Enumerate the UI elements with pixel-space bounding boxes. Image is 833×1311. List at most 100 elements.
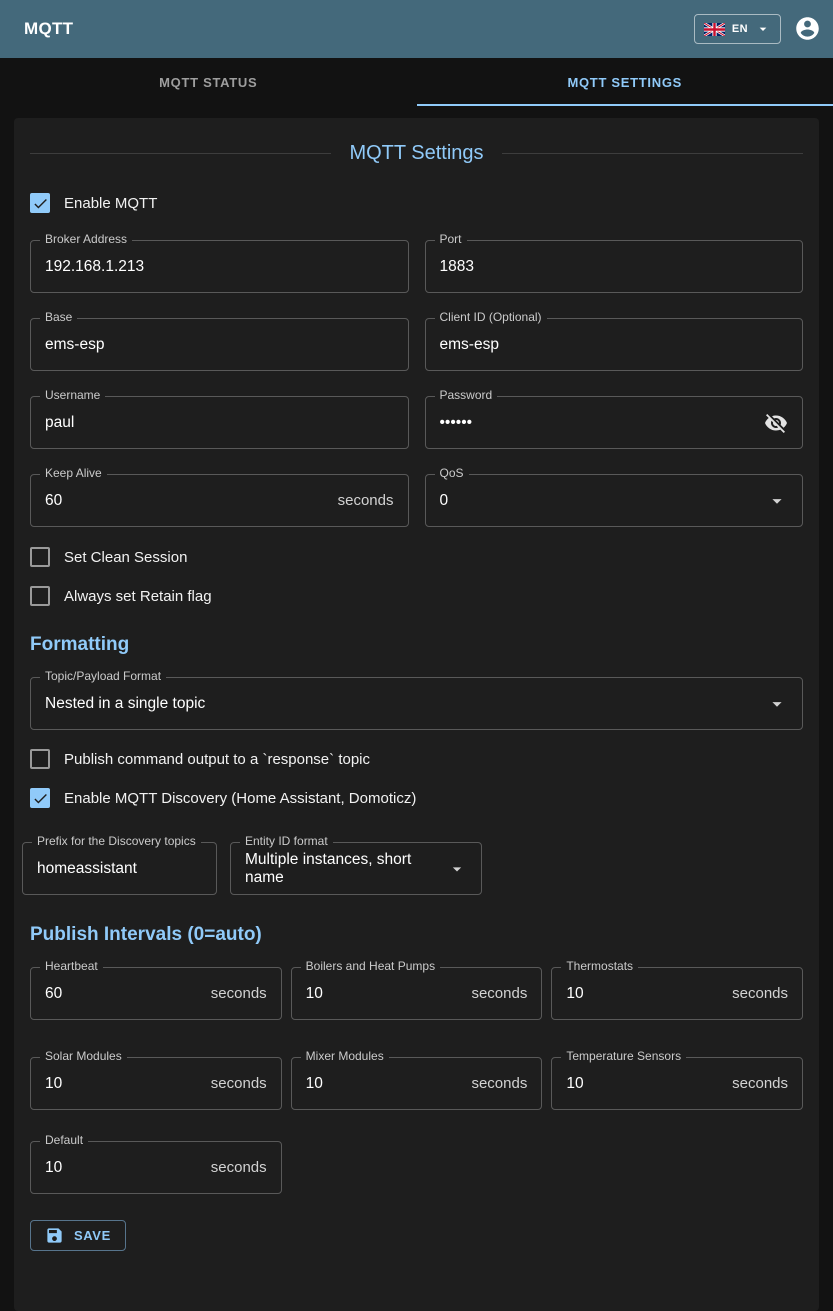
enable-mqtt-row: Enable MQTT: [30, 193, 803, 213]
temperature-value: 10: [566, 1075, 732, 1093]
default-unit: seconds: [211, 1159, 267, 1176]
qos-value: 0: [440, 492, 761, 510]
settings-title-row: MQTT Settings: [30, 142, 803, 165]
topic-format-select[interactable]: Topic/Payload Format Nested in a single …: [30, 677, 803, 730]
port-value: 1883: [440, 258, 789, 276]
port-label: Port: [435, 232, 467, 246]
dropdown-arrow-icon: [766, 693, 788, 715]
boilers-interval-field[interactable]: Boilers and Heat Pumps 10 seconds: [291, 967, 543, 1020]
broker-address-value: 192.168.1.213: [45, 258, 394, 276]
language-selector[interactable]: EN: [694, 14, 781, 44]
heartbeat-interval-field[interactable]: Heartbeat 60 seconds: [30, 967, 282, 1020]
temperature-label: Temperature Sensors: [561, 1049, 686, 1063]
solar-unit: seconds: [211, 1075, 267, 1092]
page-title: MQTT: [24, 19, 694, 39]
username-field[interactable]: Username paul: [30, 396, 409, 449]
check-icon: [32, 195, 49, 212]
username-value: paul: [45, 414, 394, 432]
solar-interval-field[interactable]: Solar Modules 10 seconds: [30, 1057, 282, 1110]
broker-address-label: Broker Address: [40, 232, 132, 246]
tab-mqtt-status[interactable]: MQTT STATUS: [0, 58, 417, 106]
default-label: Default: [40, 1133, 88, 1147]
tab-bar: MQTT STATUS MQTT SETTINGS: [0, 58, 833, 106]
default-interval-field[interactable]: Default 10 seconds: [30, 1141, 282, 1194]
default-value: 10: [45, 1159, 211, 1177]
topic-format-label: Topic/Payload Format: [40, 669, 166, 683]
heartbeat-label: Heartbeat: [40, 959, 103, 973]
thermostats-label: Thermostats: [561, 959, 638, 973]
response-topic-row: Publish command output to a `response` t…: [30, 749, 803, 769]
retain-flag-label: Always set Retain flag: [64, 588, 212, 605]
keep-alive-label: Keep Alive: [40, 466, 107, 480]
topic-format-value: Nested in a single topic: [45, 695, 760, 713]
entity-id-format-select[interactable]: Entity ID format Multiple instances, sho…: [230, 842, 482, 895]
response-topic-checkbox[interactable]: [30, 749, 50, 769]
discovery-checkbox[interactable]: [30, 788, 50, 808]
temperature-unit: seconds: [732, 1075, 788, 1092]
thermostats-unit: seconds: [732, 985, 788, 1002]
solar-label: Solar Modules: [40, 1049, 127, 1063]
save-button[interactable]: SAVE: [30, 1220, 126, 1251]
discovery-prefix-field[interactable]: Prefix for the Discovery topics homeassi…: [22, 842, 217, 895]
dropdown-arrow-icon: [766, 490, 788, 512]
client-id-label: Client ID (Optional): [435, 310, 547, 324]
chevron-down-icon: [755, 21, 771, 37]
mixer-label: Mixer Modules: [301, 1049, 389, 1063]
clean-session-row: Set Clean Session: [30, 547, 803, 567]
check-icon: [32, 790, 49, 807]
divider: [502, 153, 803, 154]
boilers-unit: seconds: [471, 985, 527, 1002]
qos-select[interactable]: QoS 0: [425, 474, 804, 527]
password-label: Password: [435, 388, 498, 402]
discovery-prefix-label: Prefix for the Discovery topics: [32, 834, 201, 848]
heartbeat-value: 60: [45, 985, 211, 1003]
mixer-unit: seconds: [471, 1075, 527, 1092]
enable-mqtt-label: Enable MQTT: [64, 195, 157, 212]
tab-mqtt-settings[interactable]: MQTT SETTINGS: [417, 58, 833, 106]
uk-flag-icon: [704, 23, 725, 36]
mixer-interval-field[interactable]: Mixer Modules 10 seconds: [291, 1057, 543, 1110]
account-circle-icon: [794, 15, 821, 42]
base-value: ems-esp: [45, 336, 394, 354]
thermostats-value: 10: [566, 985, 732, 1003]
port-field[interactable]: Port 1883: [425, 240, 804, 293]
toggle-password-visibility-button[interactable]: [764, 411, 788, 435]
entity-id-format-value: Multiple instances, short name: [245, 851, 441, 887]
settings-title: MQTT Settings: [331, 142, 501, 165]
account-button[interactable]: [793, 15, 821, 43]
base-label: Base: [40, 310, 77, 324]
username-label: Username: [40, 388, 105, 402]
password-field[interactable]: Password ••••••: [425, 396, 804, 449]
keep-alive-field[interactable]: Keep Alive 60 seconds: [30, 474, 409, 527]
base-field[interactable]: Base ems-esp: [30, 318, 409, 371]
keep-alive-value: 60: [45, 492, 338, 510]
appbar: MQTT EN: [0, 0, 833, 58]
visibility-off-icon: [764, 411, 788, 435]
discovery-prefix-value: homeassistant: [37, 860, 202, 878]
dropdown-arrow-icon: [447, 859, 467, 879]
qos-label: QoS: [435, 466, 469, 480]
retain-flag-checkbox[interactable]: [30, 586, 50, 606]
divider: [30, 153, 331, 154]
enable-mqtt-checkbox[interactable]: [30, 193, 50, 213]
password-value: ••••••: [440, 414, 757, 432]
clean-session-checkbox[interactable]: [30, 547, 50, 567]
boilers-label: Boilers and Heat Pumps: [301, 959, 440, 973]
temperature-interval-field[interactable]: Temperature Sensors 10 seconds: [551, 1057, 803, 1110]
save-button-label: SAVE: [74, 1228, 111, 1243]
keep-alive-unit: seconds: [338, 492, 394, 509]
client-id-value: ems-esp: [440, 336, 789, 354]
response-topic-label: Publish command output to a `response` t…: [64, 751, 370, 768]
boilers-value: 10: [306, 985, 472, 1003]
clean-session-label: Set Clean Session: [64, 549, 187, 566]
retain-flag-row: Always set Retain flag: [30, 586, 803, 606]
solar-value: 10: [45, 1075, 211, 1093]
discovery-row: Enable MQTT Discovery (Home Assistant, D…: [30, 788, 803, 808]
intervals-heading: Publish Intervals (0=auto): [30, 924, 803, 946]
thermostats-interval-field[interactable]: Thermostats 10 seconds: [551, 967, 803, 1020]
formatting-heading: Formatting: [30, 634, 803, 656]
discovery-label: Enable MQTT Discovery (Home Assistant, D…: [64, 790, 416, 807]
broker-address-field[interactable]: Broker Address 192.168.1.213: [30, 240, 409, 293]
language-code: EN: [732, 23, 748, 35]
client-id-field[interactable]: Client ID (Optional) ems-esp: [425, 318, 804, 371]
